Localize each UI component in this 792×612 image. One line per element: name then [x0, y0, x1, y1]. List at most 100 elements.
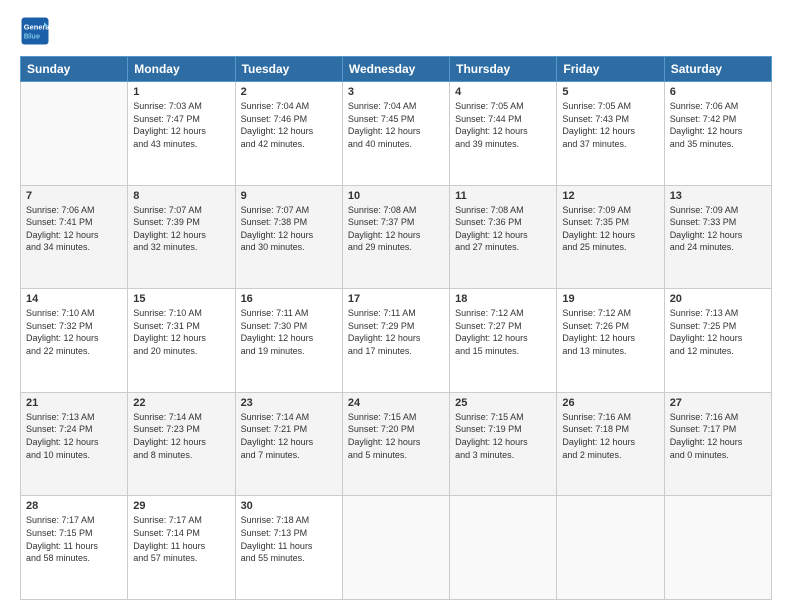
day-number: 27 — [670, 397, 766, 409]
day-info: Sunrise: 7:07 AM Sunset: 7:38 PM Dayligh… — [241, 204, 337, 254]
calendar-cell: 19Sunrise: 7:12 AM Sunset: 7:26 PM Dayli… — [557, 289, 664, 393]
day-number: 10 — [348, 190, 444, 202]
day-info: Sunrise: 7:08 AM Sunset: 7:37 PM Dayligh… — [348, 204, 444, 254]
weekday-wednesday: Wednesday — [342, 57, 449, 82]
calendar-cell: 30Sunrise: 7:18 AM Sunset: 7:13 PM Dayli… — [235, 496, 342, 600]
day-info: Sunrise: 7:15 AM Sunset: 7:19 PM Dayligh… — [455, 411, 551, 461]
svg-text:General: General — [24, 23, 50, 32]
day-number: 28 — [26, 500, 122, 512]
day-info: Sunrise: 7:09 AM Sunset: 7:35 PM Dayligh… — [562, 204, 658, 254]
day-info: Sunrise: 7:05 AM Sunset: 7:44 PM Dayligh… — [455, 100, 551, 150]
calendar-cell: 5 Sunrise: 7:05 AM Sunset: 7:43 PM Daylig… — [557, 82, 664, 186]
day-number: 26 — [562, 397, 658, 409]
day-number: 2 — [241, 86, 337, 98]
calendar-cell — [557, 496, 664, 600]
calendar-cell: 28Sunrise: 7:17 AM Sunset: 7:15 PM Dayli… — [21, 496, 128, 600]
day-number: 25 — [455, 397, 551, 409]
calendar-cell: 26 Sunrise: 7:16 AM Sunset: 7:18 PM Dayli… — [557, 392, 664, 496]
day-info: Sunrise: 7:10 AM Sunset: 7:31 PM Dayligh… — [133, 307, 229, 357]
day-number: 20 — [670, 293, 766, 305]
calendar-cell: 16Sunrise: 7:11 AM Sunset: 7:30 PM Dayli… — [235, 289, 342, 393]
day-info: Sunrise: 7:07 AM Sunset: 7:39 PM Dayligh… — [133, 204, 229, 254]
day-number: 4 — [455, 86, 551, 98]
day-number: 24 — [348, 397, 444, 409]
day-number: 11 — [455, 190, 551, 202]
calendar-cell: 11 Sunrise: 7:08 AM Sunset: 7:36 PM Dayli… — [450, 185, 557, 289]
week-row-3: 14 Sunrise: 7:10 AM Sunset: 7:32 PM Dayli… — [21, 289, 772, 393]
day-number: 9 — [241, 190, 337, 202]
day-info: Sunrise: 7:05 AM Sunset: 7:43 PM Dayligh… — [562, 100, 658, 150]
calendar-cell: 15 Sunrise: 7:10 AM Sunset: 7:31 PM Dayli… — [128, 289, 235, 393]
calendar-cell — [21, 82, 128, 186]
calendar-cell — [664, 496, 771, 600]
calendar-cell: 25 Sunrise: 7:15 AM Sunset: 7:19 PM Dayli… — [450, 392, 557, 496]
day-number: 1 — [133, 86, 229, 98]
page: General Blue SundayMondayTuesdayWednesda… — [0, 0, 792, 612]
day-info: Sunrise: 7:15 AM Sunset: 7:20 PM Dayligh… — [348, 411, 444, 461]
calendar-cell: 23 Sunrise: 7:14 AM Sunset: 7:21 PM Dayli… — [235, 392, 342, 496]
calendar-cell: 18 Sunrise: 7:12 AM Sunset: 7:27 PM Dayli… — [450, 289, 557, 393]
calendar-cell: 6 Sunrise: 7:06 AM Sunset: 7:42 PM Daylig… — [664, 82, 771, 186]
day-info: Sunrise: 7:03 AM Sunset: 7:47 PM Dayligh… — [133, 100, 229, 150]
day-number: 5 — [562, 86, 658, 98]
day-number: 12 — [562, 190, 658, 202]
day-number: 7 — [26, 190, 122, 202]
day-info: Sunrise: 7:06 AM Sunset: 7:42 PM Dayligh… — [670, 100, 766, 150]
weekday-friday: Friday — [557, 57, 664, 82]
calendar-cell: 8 Sunrise: 7:07 AM Sunset: 7:39 PM Daylig… — [128, 185, 235, 289]
calendar-cell — [450, 496, 557, 600]
calendar-cell: 24 Sunrise: 7:15 AM Sunset: 7:20 PM Dayli… — [342, 392, 449, 496]
day-number: 3 — [348, 86, 444, 98]
calendar-cell: 3 Sunrise: 7:04 AM Sunset: 7:45 PM Daylig… — [342, 82, 449, 186]
calendar-cell: 1 Sunrise: 7:03 AM Sunset: 7:47 PM Daylig… — [128, 82, 235, 186]
logo-icon: General Blue — [20, 16, 50, 46]
day-number: 18 — [455, 293, 551, 305]
weekday-saturday: Saturday — [664, 57, 771, 82]
calendar-cell: 22 Sunrise: 7:14 AM Sunset: 7:23 PM Dayli… — [128, 392, 235, 496]
day-number: 29 — [133, 500, 229, 512]
calendar-cell: 9 Sunrise: 7:07 AM Sunset: 7:38 PM Daylig… — [235, 185, 342, 289]
day-info: Sunrise: 7:10 AM Sunset: 7:32 PM Dayligh… — [26, 307, 122, 357]
weekday-header-row: SundayMondayTuesdayWednesdayThursdayFrid… — [21, 57, 772, 82]
week-row-5: 28Sunrise: 7:17 AM Sunset: 7:15 PM Dayli… — [21, 496, 772, 600]
calendar-cell: 29Sunrise: 7:17 AM Sunset: 7:14 PM Dayli… — [128, 496, 235, 600]
day-info: Sunrise: 7:11 AM Sunset: 7:30 PM Dayligh… — [241, 307, 337, 357]
day-info: Sunrise: 7:08 AM Sunset: 7:36 PM Dayligh… — [455, 204, 551, 254]
day-info: Sunrise: 7:18 AM Sunset: 7:13 PM Dayligh… — [241, 514, 337, 564]
calendar-cell: 27Sunrise: 7:16 AM Sunset: 7:17 PM Dayli… — [664, 392, 771, 496]
day-info: Sunrise: 7:12 AM Sunset: 7:27 PM Dayligh… — [455, 307, 551, 357]
calendar-cell: 21 Sunrise: 7:13 AM Sunset: 7:24 PM Dayli… — [21, 392, 128, 496]
calendar-cell: 17 Sunrise: 7:11 AM Sunset: 7:29 PM Dayli… — [342, 289, 449, 393]
day-number: 21 — [26, 397, 122, 409]
weekday-thursday: Thursday — [450, 57, 557, 82]
day-info: Sunrise: 7:14 AM Sunset: 7:21 PM Dayligh… — [241, 411, 337, 461]
day-info: Sunrise: 7:13 AM Sunset: 7:24 PM Dayligh… — [26, 411, 122, 461]
calendar-cell: 14 Sunrise: 7:10 AM Sunset: 7:32 PM Dayli… — [21, 289, 128, 393]
day-info: Sunrise: 7:16 AM Sunset: 7:18 PM Dayligh… — [562, 411, 658, 461]
weekday-tuesday: Tuesday — [235, 57, 342, 82]
calendar-cell: 4 Sunrise: 7:05 AM Sunset: 7:44 PM Daylig… — [450, 82, 557, 186]
day-info: Sunrise: 7:14 AM Sunset: 7:23 PM Dayligh… — [133, 411, 229, 461]
day-number: 6 — [670, 86, 766, 98]
calendar-cell: 20Sunrise: 7:13 AM Sunset: 7:25 PM Dayli… — [664, 289, 771, 393]
calendar-cell: 2Sunrise: 7:04 AM Sunset: 7:46 PM Daylig… — [235, 82, 342, 186]
day-info: Sunrise: 7:04 AM Sunset: 7:45 PM Dayligh… — [348, 100, 444, 150]
day-number: 14 — [26, 293, 122, 305]
day-number: 19 — [562, 293, 658, 305]
day-number: 22 — [133, 397, 229, 409]
day-number: 13 — [670, 190, 766, 202]
logo: General Blue — [20, 16, 54, 46]
header: General Blue — [20, 16, 772, 46]
day-number: 17 — [348, 293, 444, 305]
calendar-cell: 7Sunrise: 7:06 AM Sunset: 7:41 PM Daylig… — [21, 185, 128, 289]
day-info: Sunrise: 7:09 AM Sunset: 7:33 PM Dayligh… — [670, 204, 766, 254]
week-row-2: 7Sunrise: 7:06 AM Sunset: 7:41 PM Daylig… — [21, 185, 772, 289]
calendar-cell: 10 Sunrise: 7:08 AM Sunset: 7:37 PM Dayli… — [342, 185, 449, 289]
calendar-cell: 13 Sunrise: 7:09 AM Sunset: 7:33 PM Dayli… — [664, 185, 771, 289]
day-number: 8 — [133, 190, 229, 202]
calendar-table: SundayMondayTuesdayWednesdayThursdayFrid… — [20, 56, 772, 600]
day-info: Sunrise: 7:11 AM Sunset: 7:29 PM Dayligh… — [348, 307, 444, 357]
week-row-1: 1 Sunrise: 7:03 AM Sunset: 7:47 PM Daylig… — [21, 82, 772, 186]
day-number: 23 — [241, 397, 337, 409]
day-number: 15 — [133, 293, 229, 305]
